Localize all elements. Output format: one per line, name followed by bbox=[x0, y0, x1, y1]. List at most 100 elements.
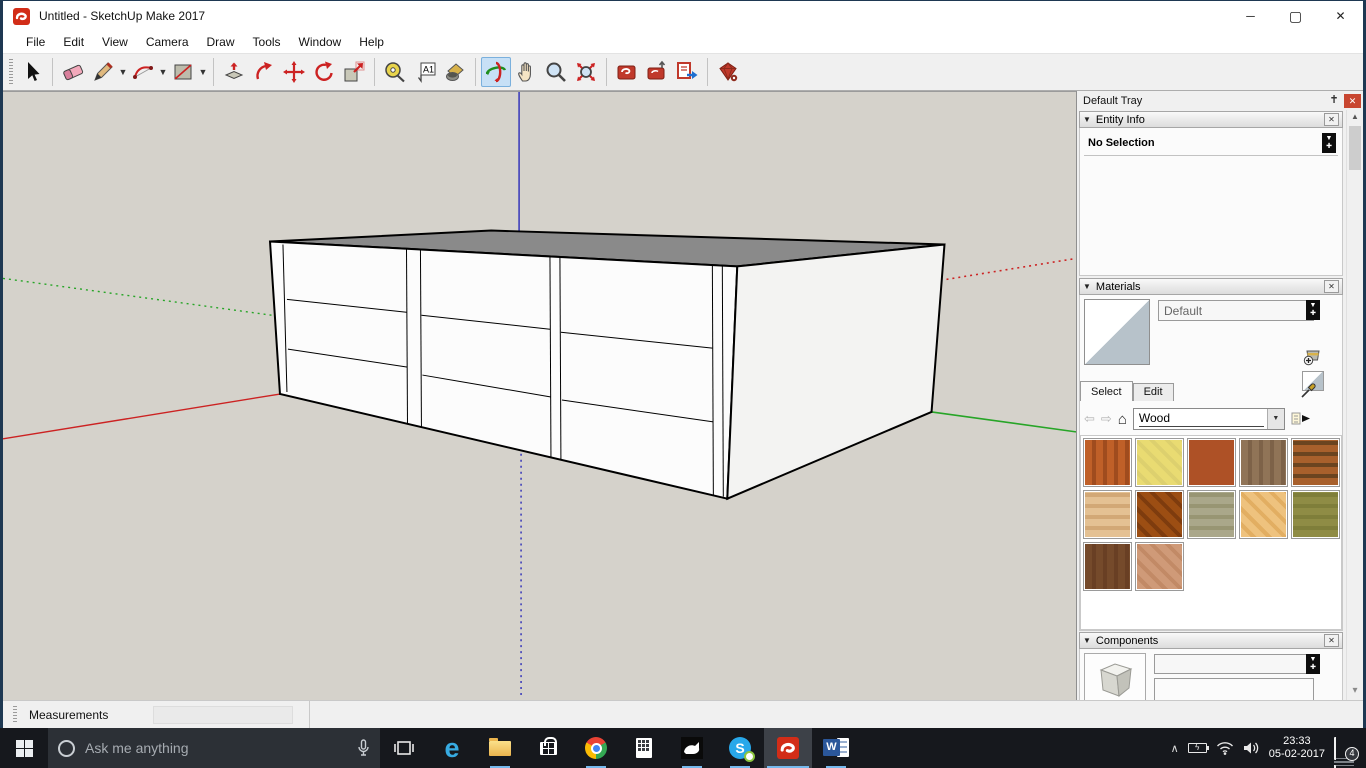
material-swatch-8[interactable] bbox=[1187, 490, 1236, 539]
taskbar-app-rhino[interactable] bbox=[668, 728, 716, 768]
taskbar-clock[interactable]: 23:33 05-02-2017 bbox=[1269, 735, 1325, 761]
back-arrow-icon[interactable]: ⇦ bbox=[1084, 411, 1095, 427]
battery-icon[interactable]: ϟ bbox=[1187, 743, 1209, 753]
details-arrow-button[interactable] bbox=[1291, 410, 1311, 428]
forward-arrow-icon[interactable]: ⇨ bbox=[1101, 411, 1112, 427]
pin-icon[interactable]: 🕇 bbox=[1327, 94, 1341, 107]
material-swatch-9[interactable] bbox=[1239, 490, 1288, 539]
menu-view[interactable]: View bbox=[93, 33, 137, 51]
minimize-button[interactable]: ─ bbox=[1228, 1, 1273, 31]
collection-dropdown[interactable]: Wood ▼ bbox=[1132, 408, 1285, 430]
close-button[interactable]: ✕ bbox=[1318, 1, 1363, 31]
menu-edit[interactable]: Edit bbox=[54, 33, 93, 51]
material-swatch-7[interactable] bbox=[1135, 490, 1184, 539]
task-view-button[interactable] bbox=[380, 728, 428, 768]
title-bar[interactable]: Untitled - SketchUp Make 2017 ─ ▢ ✕ bbox=[3, 1, 1363, 31]
arc-dropdown-arrow[interactable]: ▼ bbox=[158, 67, 168, 77]
tool-zoom[interactable] bbox=[541, 57, 571, 87]
tool-rectangle[interactable] bbox=[168, 57, 198, 87]
tool-arc[interactable] bbox=[128, 57, 158, 87]
collapse-icon[interactable]: ▼ bbox=[1083, 282, 1091, 291]
cabinet-model[interactable] bbox=[268, 229, 946, 501]
material-swatch-6[interactable] bbox=[1083, 490, 1132, 539]
components-header[interactable]: ▼ Components ✕ bbox=[1079, 632, 1343, 649]
tool-pan[interactable] bbox=[511, 57, 541, 87]
cortana-search-box[interactable]: Ask me anything bbox=[48, 728, 380, 768]
tool-push-pull[interactable] bbox=[219, 57, 249, 87]
material-swatch-12[interactable] bbox=[1135, 542, 1184, 591]
tool-extension-warehouse[interactable] bbox=[713, 57, 743, 87]
taskbar-app-sketchup[interactable] bbox=[764, 728, 812, 768]
statusbar-grip[interactable] bbox=[13, 705, 17, 724]
material-swatch-3[interactable] bbox=[1187, 438, 1236, 487]
tab-edit[interactable]: Edit bbox=[1132, 383, 1174, 401]
material-name-field[interactable] bbox=[1158, 300, 1314, 321]
details-toggle-icon[interactable]: ▼ ✚ bbox=[1306, 300, 1320, 320]
menu-help[interactable]: Help bbox=[350, 33, 393, 51]
material-swatch-2[interactable] bbox=[1135, 438, 1184, 487]
menu-window[interactable]: Window bbox=[290, 33, 351, 51]
taskbar-app-chrome[interactable] bbox=[572, 728, 620, 768]
tool-zoom-extents[interactable] bbox=[571, 57, 601, 87]
entity-info-close-button[interactable]: ✕ bbox=[1324, 113, 1339, 126]
tool-share-model[interactable] bbox=[642, 57, 672, 87]
menu-draw[interactable]: Draw bbox=[198, 33, 244, 51]
material-swatch-10[interactable] bbox=[1291, 490, 1340, 539]
taskbar-app-calculator[interactable] bbox=[620, 728, 668, 768]
home-icon[interactable]: ⌂ bbox=[1118, 411, 1127, 428]
tray-scrollbar[interactable]: ▲ ▾ bbox=[1346, 110, 1363, 700]
taskbar-app-skype[interactable]: S bbox=[716, 728, 764, 768]
taskbar-app-file-explorer[interactable] bbox=[476, 728, 524, 768]
taskbar-app-word[interactable]: W bbox=[812, 728, 860, 768]
eyedropper-icon[interactable] bbox=[1300, 381, 1318, 399]
materials-header[interactable]: ▼ Materials ✕ bbox=[1079, 278, 1343, 295]
measurements-value-box[interactable] bbox=[153, 706, 293, 724]
component-description-field[interactable] bbox=[1154, 678, 1314, 700]
wifi-icon[interactable] bbox=[1216, 741, 1234, 755]
maximize-button[interactable]: ▢ bbox=[1273, 1, 1318, 31]
tab-select[interactable]: Select bbox=[1080, 381, 1133, 401]
start-button[interactable] bbox=[0, 728, 48, 768]
components-close-button[interactable]: ✕ bbox=[1324, 634, 1339, 647]
materials-close-button[interactable]: ✕ bbox=[1324, 280, 1339, 293]
tool-line[interactable] bbox=[88, 57, 118, 87]
line-dropdown-arrow[interactable]: ▼ bbox=[118, 67, 128, 77]
collapse-icon[interactable]: ▼ bbox=[1083, 115, 1091, 124]
create-material-button[interactable] bbox=[1302, 345, 1324, 367]
tool-follow-me[interactable] bbox=[249, 57, 279, 87]
collapse-icon[interactable]: ▼ bbox=[1083, 636, 1091, 645]
material-swatch-11[interactable] bbox=[1083, 542, 1132, 591]
tool-move[interactable] bbox=[279, 57, 309, 87]
entity-info-header[interactable]: ▼ Entity Info ✕ bbox=[1079, 111, 1343, 128]
dropdown-arrow-icon[interactable]: ▼ bbox=[1266, 409, 1284, 429]
material-swatch-5[interactable] bbox=[1291, 438, 1340, 487]
show-hidden-icons-chevron[interactable]: ∧ bbox=[1171, 742, 1179, 755]
action-center-button[interactable]: 4 bbox=[1334, 736, 1359, 768]
tool-orbit[interactable] bbox=[481, 57, 511, 87]
drawing-canvas[interactable] bbox=[3, 91, 1076, 700]
scroll-down-icon[interactable]: ▾ bbox=[1347, 685, 1363, 696]
rectangle-dropdown-arrow[interactable]: ▼ bbox=[198, 67, 208, 77]
scroll-up-icon[interactable]: ▲ bbox=[1347, 112, 1363, 121]
tool-paint-bucket[interactable] bbox=[440, 57, 470, 87]
tool-select[interactable] bbox=[17, 57, 47, 87]
tool-scale[interactable] bbox=[339, 57, 369, 87]
taskbar-app-edge[interactable]: e bbox=[428, 728, 476, 768]
tool-3d-warehouse[interactable] bbox=[612, 57, 642, 87]
tool-eraser[interactable] bbox=[58, 57, 88, 87]
scrollbar-thumb[interactable] bbox=[1349, 126, 1361, 170]
material-swatch-1[interactable] bbox=[1083, 438, 1132, 487]
menu-camera[interactable]: Camera bbox=[137, 33, 198, 51]
taskbar-app-store[interactable] bbox=[524, 728, 572, 768]
volume-icon[interactable] bbox=[1243, 741, 1260, 755]
tool-send-to-layout[interactable] bbox=[672, 57, 702, 87]
tool-rotate[interactable] bbox=[309, 57, 339, 87]
tool-tape-measure[interactable] bbox=[380, 57, 410, 87]
menu-file[interactable]: File bbox=[17, 33, 54, 51]
material-swatch-4[interactable] bbox=[1239, 438, 1288, 487]
menu-tools[interactable]: Tools bbox=[244, 33, 290, 51]
tray-close-button[interactable]: ✕ bbox=[1344, 93, 1361, 108]
toolbar-grip[interactable] bbox=[9, 59, 13, 85]
details-toggle-icon[interactable]: ▼ ✚ bbox=[1322, 133, 1336, 153]
tool-text[interactable]: A1 bbox=[410, 57, 440, 87]
